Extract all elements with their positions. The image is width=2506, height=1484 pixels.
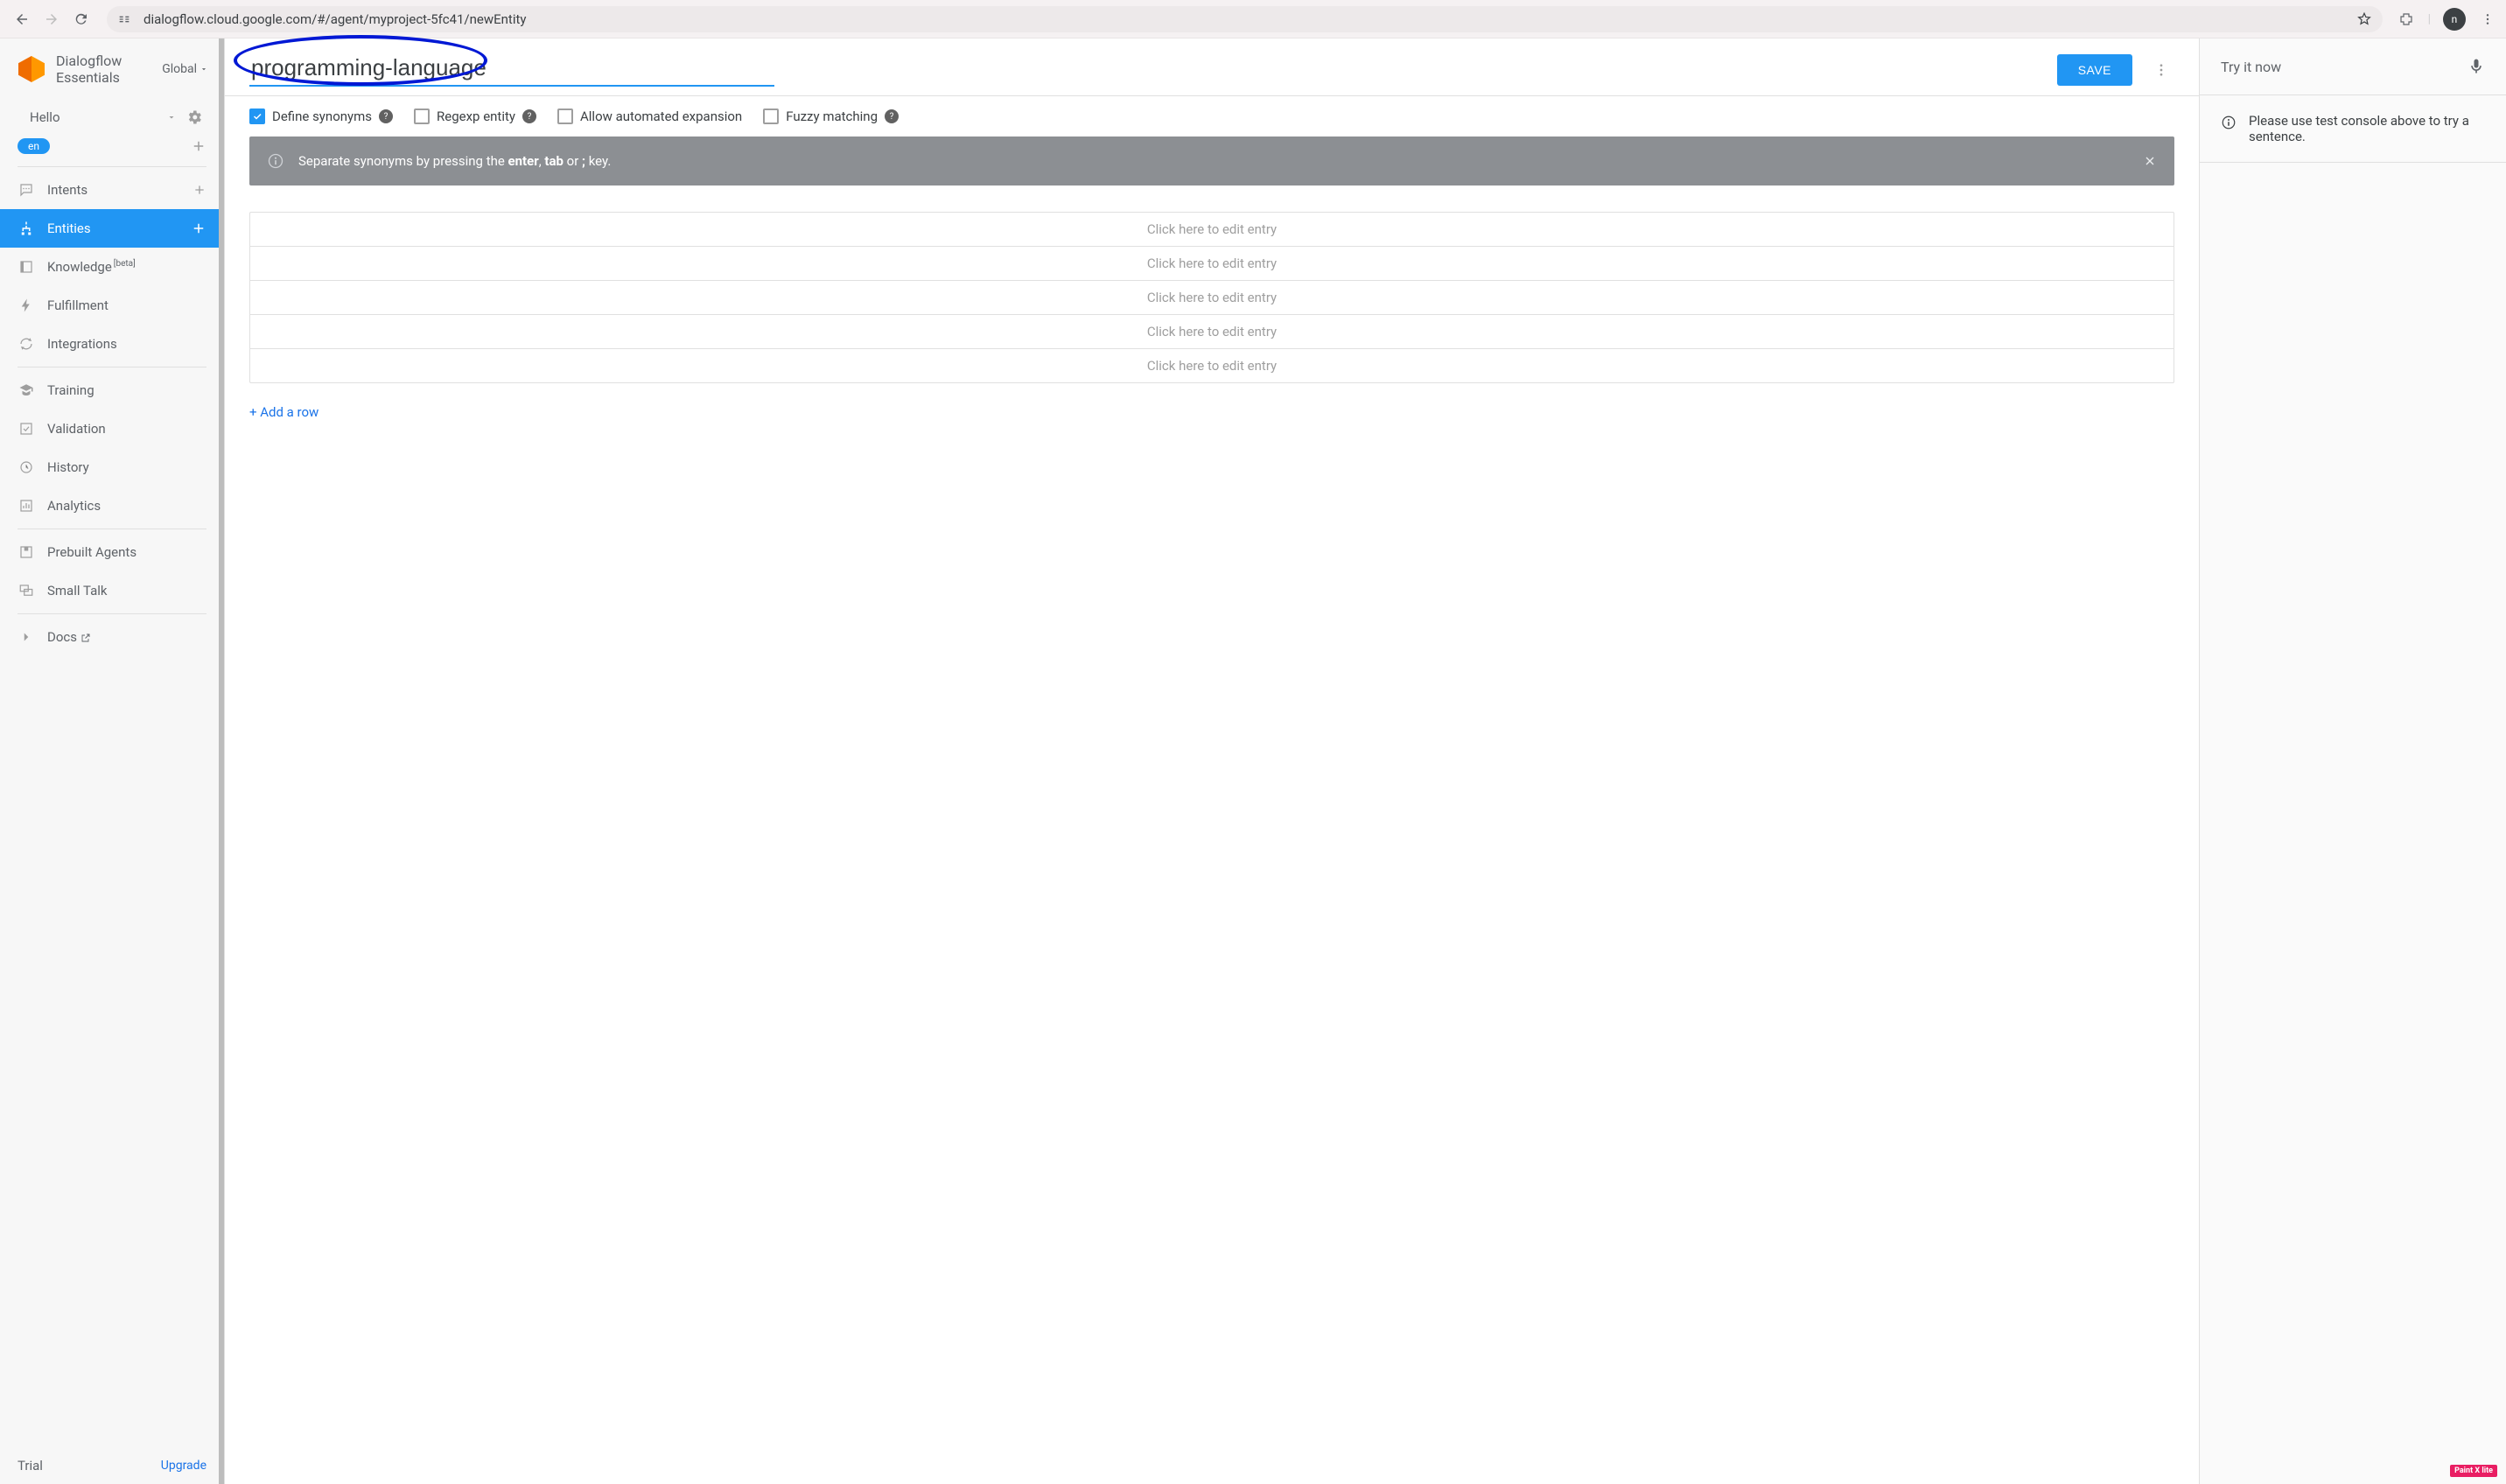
sitemap-icon (18, 220, 35, 237)
language-row: en (0, 131, 224, 163)
info-icon (2221, 115, 2236, 144)
sidebar-item-prebuilt-agents[interactable]: Prebuilt Agents (0, 533, 224, 571)
entry-row[interactable]: Click here to edit entry (250, 213, 2174, 247)
main-content: SAVE Define synonyms ? Regexp entity ? (225, 38, 2200, 1484)
checkbox-empty-icon (414, 108, 430, 124)
try-it-info: Please use test console above to try a s… (2200, 95, 2506, 163)
sidebar-item-small-talk[interactable]: Small Talk (0, 571, 224, 610)
microphone-icon (2468, 56, 2485, 77)
entries-table: Click here to edit entryClick here to ed… (249, 212, 2174, 383)
caret-down-icon (166, 112, 177, 122)
caret-down-icon (200, 65, 208, 74)
auto-expansion-checkbox[interactable]: Allow automated expansion (557, 108, 742, 124)
scope-dropdown[interactable]: Global (162, 62, 208, 76)
content-header: SAVE (225, 38, 2199, 96)
sidebar-item-intents[interactable]: Intents (0, 171, 224, 209)
clock-icon (18, 458, 35, 476)
options-row: Define synonyms ? Regexp entity ? Allow … (225, 96, 2199, 136)
reload-button[interactable] (68, 6, 94, 32)
arrow-right-icon (44, 11, 60, 27)
extensions-icon[interactable] (2397, 10, 2416, 29)
app-root: Dialogflow Essentials Global Hello en (0, 38, 2506, 1484)
url-text: dialogflow.cloud.google.com/#/agent/mypr… (144, 11, 526, 27)
fuzzy-matching-checkbox[interactable]: Fuzzy matching ? (763, 108, 899, 124)
microphone-button[interactable] (2468, 56, 2485, 77)
back-button[interactable] (9, 6, 35, 32)
entry-row[interactable]: Click here to edit entry (250, 281, 2174, 315)
try-it-header[interactable]: Try it now (2200, 38, 2506, 95)
plan-row: Trial Upgrade (0, 1447, 224, 1484)
gear-icon[interactable] (186, 108, 203, 126)
define-synonyms-checkbox[interactable]: Define synonyms ? (249, 108, 393, 124)
forward-button[interactable] (38, 6, 65, 32)
chat-bubbles-icon (18, 582, 35, 599)
sidebar-item-integrations[interactable]: Integrations (0, 325, 224, 363)
language-chip[interactable]: en (18, 138, 50, 154)
brand: Dialogflow Essentials Global (0, 38, 224, 96)
bar-chart-icon (18, 497, 35, 514)
upgrade-link[interactable]: Upgrade (161, 1459, 206, 1473)
help-icon[interactable]: ? (522, 109, 536, 123)
dismiss-banner-button[interactable] (2143, 154, 2157, 168)
package-icon (18, 543, 35, 561)
regexp-entity-checkbox[interactable]: Regexp entity ? (414, 108, 536, 124)
info-icon (267, 152, 284, 170)
close-icon (2143, 154, 2157, 168)
graduation-cap-icon (18, 382, 35, 399)
add-entity-button[interactable] (191, 220, 206, 236)
sidebar-item-training[interactable]: Training (0, 371, 224, 410)
sidebar-item-validation[interactable]: Validation (0, 410, 224, 448)
entry-row[interactable]: Click here to edit entry (250, 247, 2174, 281)
checkbox-empty-icon (557, 108, 573, 124)
dialogflow-logo-icon (16, 53, 47, 85)
arrow-left-icon (14, 11, 30, 27)
plus-icon (192, 183, 206, 197)
more-menu-button[interactable] (2148, 57, 2174, 83)
sidebar-item-history[interactable]: History (0, 448, 224, 486)
sidebar-item-fulfillment[interactable]: Fulfillment (0, 286, 224, 325)
sync-icon (18, 335, 35, 353)
try-it-panel: Try it now Please use test console above… (2200, 38, 2506, 1484)
site-settings-icon (117, 12, 135, 26)
entry-row[interactable]: Click here to edit entry (250, 349, 2174, 382)
sidebar-item-docs[interactable]: Docs (0, 618, 224, 656)
plus-icon (191, 220, 206, 236)
entity-name-input[interactable] (249, 52, 774, 87)
address-bar[interactable]: dialogflow.cloud.google.com/#/agent/mypr… (107, 6, 2383, 32)
check-box-icon (18, 420, 35, 438)
chevron-right-icon (18, 628, 35, 646)
bolt-icon (18, 297, 35, 314)
sidebar-item-analytics[interactable]: Analytics (0, 486, 224, 525)
reload-icon (74, 11, 89, 27)
add-row-button[interactable]: + Add a row (225, 392, 2199, 432)
plus-icon (191, 138, 206, 154)
add-intent-button[interactable] (192, 183, 206, 197)
chat-icon (18, 181, 35, 199)
brand-text: Dialogflow Essentials (56, 52, 122, 86)
browser-menu-icon[interactable] (2478, 10, 2497, 29)
sidebar: Dialogflow Essentials Global Hello en (0, 38, 225, 1484)
browser-toolbar: dialogflow.cloud.google.com/#/agent/mypr… (0, 0, 2506, 38)
sidebar-item-entities[interactable]: Entities (0, 209, 224, 248)
star-icon[interactable] (2356, 11, 2372, 27)
synonym-hint-banner: Separate synonyms by pressing the enter,… (249, 136, 2174, 186)
checkbox-empty-icon (763, 108, 779, 124)
external-link-icon (80, 633, 91, 643)
add-language-button[interactable] (191, 138, 206, 154)
sidebar-item-knowledge[interactable]: Knowledge[beta] (0, 248, 224, 286)
banner-text: Separate synonyms by pressing the enter,… (298, 153, 611, 169)
checkbox-checked-icon (249, 108, 265, 124)
help-icon[interactable]: ? (885, 109, 899, 123)
watermark-badge: Paint X lite (2450, 1465, 2497, 1477)
save-button[interactable]: SAVE (2057, 54, 2132, 86)
agent-selector[interactable]: Hello (12, 103, 212, 131)
more-vert-icon (2153, 62, 2169, 78)
help-icon[interactable]: ? (379, 109, 393, 123)
entry-row[interactable]: Click here to edit entry (250, 315, 2174, 349)
book-icon (18, 258, 35, 276)
profile-avatar[interactable]: n (2443, 8, 2466, 31)
